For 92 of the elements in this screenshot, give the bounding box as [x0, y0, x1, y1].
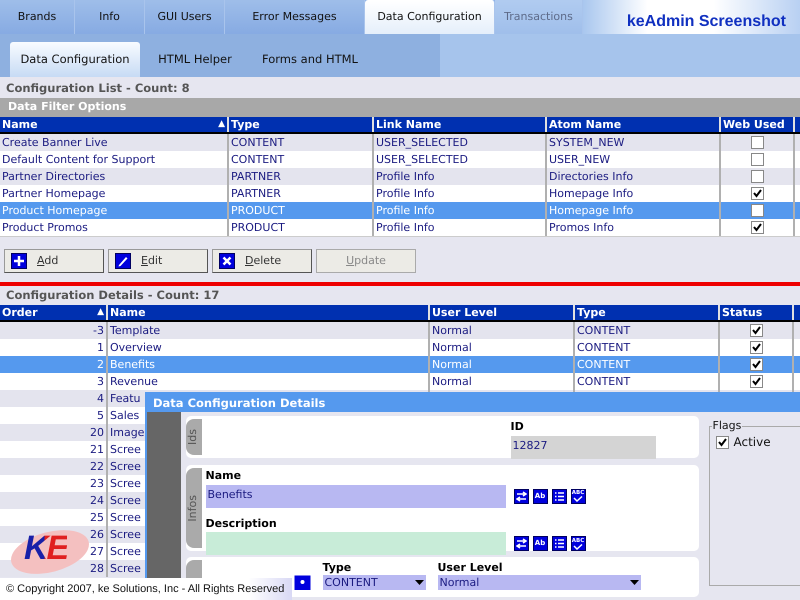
table-cell: USER_SELECTED: [374, 134, 547, 151]
x-icon: [219, 253, 235, 269]
checkbox[interactable]: [750, 204, 764, 217]
dropdown[interactable]: CONTENT: [322, 575, 426, 590]
tab[interactable]: Info: [75, 0, 145, 34]
plus-icon: [11, 253, 27, 269]
checkbox[interactable]: [750, 375, 762, 388]
table-cell: CONTENT: [575, 322, 720, 339]
checkbox[interactable]: [750, 170, 764, 183]
section-title: Configuration List - Count: 8: [5, 80, 191, 97]
table-cell: Product Promos: [0, 219, 229, 236]
checkbox[interactable]: [750, 153, 764, 166]
checkbox[interactable]: [750, 187, 764, 200]
checkbox[interactable]: [750, 324, 762, 337]
column-header[interactable]: Name ▲: [0, 117, 229, 132]
checkbox[interactable]: [750, 358, 762, 371]
column-header[interactable]: Atom Name: [547, 117, 721, 132]
table-cell: 22: [0, 458, 108, 475]
table-row[interactable]: -3 Template Normal CONTENT: [0, 322, 800, 339]
checkbox[interactable]: [750, 136, 764, 149]
picker-icon: [294, 575, 310, 590]
sort-icon: ▲: [218, 117, 225, 132]
table-cell: Product Homepage: [0, 202, 229, 219]
tab[interactable]: Data Configuration: [10, 42, 140, 77]
section-title: Configuration Details - Count: 17: [5, 287, 220, 304]
list-icon[interactable]: [552, 488, 566, 504]
action-button[interactable]: Add: [4, 249, 104, 273]
table-row[interactable]: Product Promos PRODUCT Profile Info Promos Info: [0, 219, 800, 236]
dropdown[interactable]: Normal: [438, 575, 640, 590]
copyright-text: © Copyright 2007, ke Solutions, Inc - All Rights Reserved: [0, 578, 292, 600]
column-header[interactable]: Name: [108, 305, 430, 320]
tab[interactable]: HTML Helper: [140, 42, 250, 77]
table-cell: Directories Info: [547, 168, 721, 185]
checkbox[interactable]: [750, 221, 764, 234]
checkbox-label: Active: [734, 434, 771, 451]
table-cell: PARTNER: [229, 168, 374, 185]
table-cell: SYSTEM_NEW: [547, 134, 721, 151]
action-button[interactable]: Delete: [212, 249, 312, 273]
table-cell: 2: [0, 356, 108, 373]
tab[interactable]: GUI Users: [145, 0, 225, 34]
column-header[interactable]: Status: [720, 305, 794, 320]
table-cell: Normal: [430, 322, 575, 339]
text-field[interactable]: [206, 532, 506, 555]
field-label: ID: [510, 419, 525, 435]
table-cell: Template: [108, 322, 430, 339]
table-cell: Profile Info: [374, 202, 547, 219]
table-cell: Normal: [430, 356, 575, 373]
table-cell: 20: [0, 424, 108, 441]
table-row[interactable]: Create Banner Live CONTENT USER_SELECTED SYSTEM_NEW: [0, 134, 800, 151]
table-cell: Benefits: [108, 356, 430, 373]
list-icon[interactable]: [552, 536, 566, 551]
table-cell: CONTENT: [229, 134, 374, 151]
text-field[interactable]: Benefits: [206, 484, 506, 508]
column-header[interactable]: Web Used: [721, 117, 795, 132]
field-label: User Level: [438, 561, 504, 575]
id-field[interactable]: 12827: [510, 436, 656, 458]
table-cell: Homepage Info: [547, 202, 721, 219]
tab[interactable]: Error Messages: [225, 0, 365, 34]
action-button[interactable]: Edit: [108, 249, 208, 273]
table-cell: Profile Info: [374, 219, 547, 236]
tab[interactable]: Brands: [0, 0, 75, 34]
table-cell: Partner Directories: [0, 168, 229, 185]
swap-icon[interactable]: [514, 536, 528, 551]
dialog-title: Data Configuration Details: [147, 392, 800, 412]
app-title: keAdmin Screenshot: [583, 0, 800, 34]
table-cell: PRODUCT: [229, 202, 374, 219]
caret-icon: [630, 580, 638, 586]
caret-icon: [414, 580, 424, 586]
table-cell: Promos Info: [547, 219, 721, 236]
pencil-icon: [115, 253, 131, 269]
column-header[interactable]: Type: [229, 117, 374, 132]
column-header[interactable]: Order ▲: [0, 305, 108, 320]
table-cell: 4: [0, 390, 108, 407]
tab[interactable]: Data Configuration: [365, 0, 495, 34]
checkbox[interactable]: [716, 436, 728, 448]
filter-header: Data Filter Options: [0, 98, 800, 117]
table-cell: Profile Info: [374, 168, 547, 185]
field-label: Type: [322, 561, 352, 575]
group-label: Flags: [712, 419, 742, 432]
table-cell: -3: [0, 322, 108, 339]
column-header[interactable]: Link Name: [374, 117, 547, 132]
table-cell: 24: [0, 492, 108, 509]
table-cell: PRODUCT: [229, 219, 374, 236]
checkbox[interactable]: [750, 341, 762, 354]
column-header[interactable]: User Level: [430, 305, 575, 320]
table-cell: Create Banner Live: [0, 134, 229, 151]
table-cell: CONTENT: [575, 356, 720, 373]
swap-icon[interactable]: [514, 488, 528, 504]
tab[interactable]: Forms and HTML: [250, 42, 370, 77]
sort-icon: ▲: [97, 305, 104, 320]
table-row[interactable]: Partner Directories PARTNER Profile Info Directories Info: [0, 168, 800, 185]
column-header[interactable]: Type: [575, 305, 720, 320]
